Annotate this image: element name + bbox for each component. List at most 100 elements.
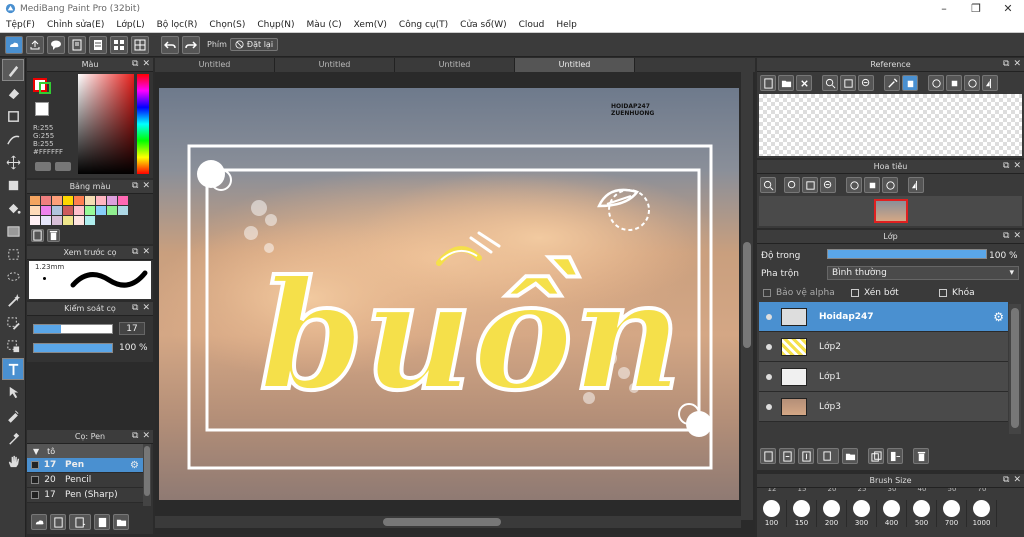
panel-float-icon[interactable]: ⧉ — [1003, 161, 1009, 171]
add-layer-menu-icon[interactable] — [817, 448, 839, 464]
color-mode-button[interactable] — [35, 162, 51, 171]
operation-tool-icon[interactable] — [2, 381, 24, 403]
color-swatch[interactable] — [63, 216, 73, 225]
panel-close-icon[interactable]: ✕ — [142, 59, 150, 69]
add-brush-icon[interactable] — [69, 514, 91, 530]
color-swatch[interactable] — [85, 196, 95, 205]
menu-item[interactable]: Lớp(L) — [110, 20, 150, 30]
panel-float-icon[interactable]: ⧉ — [132, 59, 138, 69]
brush-tool-icon[interactable] — [2, 59, 24, 81]
brush-size-option[interactable]: 500 — [907, 500, 937, 527]
color-swatch[interactable] — [74, 206, 84, 215]
text-tool-icon[interactable] — [2, 358, 24, 380]
panel-float-icon[interactable]: ⧉ — [1003, 59, 1009, 69]
layer-row[interactable]: Lớp3 — [759, 392, 1008, 422]
reset-button[interactable]: Đặt lại — [229, 38, 279, 51]
maximize-button[interactable]: ❐ — [960, 0, 992, 17]
panel-close-icon[interactable]: ✕ — [1013, 475, 1021, 485]
color-swatch[interactable] — [63, 206, 73, 215]
nav-flip-icon[interactable] — [908, 177, 924, 193]
layer-opacity-slider[interactable] — [827, 249, 987, 259]
reference-canvas[interactable] — [759, 94, 1022, 156]
brush-size-input[interactable]: 17 — [119, 322, 145, 335]
select-eraser-icon[interactable] — [2, 335, 24, 357]
close-reference-icon[interactable] — [796, 75, 812, 91]
saturation-value-field[interactable] — [78, 74, 134, 174]
color-swatch[interactable] — [52, 196, 62, 205]
merge-layer-icon[interactable] — [887, 448, 903, 464]
color-swatch[interactable] — [96, 196, 106, 205]
color-swatch[interactable] — [30, 196, 40, 205]
color-swatch[interactable] — [30, 206, 40, 215]
menu-item[interactable]: Màu (C) — [301, 20, 348, 30]
background-color-swatch[interactable] — [39, 82, 51, 94]
duplicate-layer-icon[interactable] — [868, 448, 884, 464]
navigator-thumbnail[interactable] — [873, 199, 908, 223]
new-layer-icon[interactable] — [760, 448, 776, 464]
menu-item[interactable]: Xem(V) — [348, 20, 393, 30]
brush-size-option[interactable]: 100 — [757, 500, 787, 527]
brush-group-header[interactable]: ▼ tô — [27, 444, 143, 458]
panel-float-icon[interactable]: ⧉ — [132, 181, 138, 191]
canvas-horizontal-scrollbar[interactable] — [155, 516, 741, 528]
layer-visibility-icon[interactable] — [763, 313, 775, 321]
rectangle-tool-icon[interactable] — [2, 105, 24, 127]
select-tool-icon[interactable] — [2, 243, 24, 265]
nav-fit-icon[interactable] — [802, 177, 818, 193]
nav-zoom-icon[interactable] — [784, 177, 800, 193]
color-swatch[interactable] — [41, 206, 51, 215]
brush-size-option[interactable]: 1000 — [967, 500, 997, 527]
menu-item[interactable]: Chọn(S) — [203, 20, 251, 30]
fill-rect-tool-icon[interactable] — [2, 174, 24, 196]
select-pen-icon[interactable] — [2, 312, 24, 334]
layer-folder-icon[interactable] — [842, 448, 858, 464]
nav-zoom-out-icon[interactable] — [820, 177, 836, 193]
layer-row[interactable]: Lớp1 — [759, 362, 1008, 392]
brush-size-option[interactable]: 300 — [847, 500, 877, 527]
panel-close-icon[interactable]: ✕ — [142, 181, 150, 191]
ref-hand-icon[interactable] — [902, 75, 918, 91]
new-8bit-layer-icon[interactable] — [779, 448, 795, 464]
brush-settings-icon[interactable] — [94, 514, 110, 530]
undo-icon[interactable] — [161, 35, 179, 54]
menu-item[interactable]: Công cụ(T) — [393, 20, 454, 30]
brush-folder-icon[interactable] — [113, 514, 129, 530]
menu-item[interactable]: Cloud — [513, 20, 551, 30]
menu-item[interactable]: Chỉnh sửa(E) — [41, 20, 110, 30]
redo-icon[interactable] — [182, 35, 200, 54]
rotate-right-icon[interactable] — [964, 75, 980, 91]
new-brush-icon[interactable] — [50, 514, 66, 530]
panel-float-icon[interactable]: ⧉ — [132, 303, 138, 313]
panel-float-icon[interactable]: ⧉ — [132, 247, 138, 257]
new-reference-icon[interactable] — [760, 75, 776, 91]
layer-row[interactable]: Lớp2 — [759, 332, 1008, 362]
dropper-tool-icon[interactable] — [2, 404, 24, 426]
nav-zoom-in-icon[interactable] — [760, 177, 776, 193]
zoom-out-icon[interactable] — [858, 75, 874, 91]
brush-cloud-icon[interactable] — [31, 514, 47, 530]
page-icon[interactable] — [68, 35, 86, 54]
panel-close-icon[interactable]: ✕ — [142, 303, 150, 313]
hue-slider[interactable] — [137, 74, 149, 174]
brush-size-option[interactable]: 700 — [937, 500, 967, 527]
nav-reset-icon[interactable] — [864, 177, 880, 193]
fit-icon[interactable] — [840, 75, 856, 91]
brush-size-option[interactable]: 150 — [787, 500, 817, 527]
gear-icon[interactable]: ⚙ — [130, 460, 139, 471]
gear-icon[interactable]: ⚙ — [993, 310, 1004, 324]
color-swatch[interactable] — [52, 206, 62, 215]
document-tab[interactable]: Untitled — [275, 58, 395, 72]
delete-swatch-icon[interactable] — [47, 229, 60, 242]
layer-row[interactable]: Hoidap247 ⚙ — [759, 302, 1008, 332]
transparent-swatch[interactable] — [35, 102, 49, 116]
layer-visibility-icon[interactable] — [763, 373, 775, 381]
panel-float-icon[interactable]: ⧉ — [1003, 231, 1009, 241]
color-swatch[interactable] — [41, 196, 51, 205]
color-swatch[interactable] — [74, 196, 84, 205]
cloud-icon[interactable] — [5, 35, 23, 54]
lasso-tool-icon[interactable] — [2, 266, 24, 288]
menu-item[interactable]: Tệp(F) — [0, 20, 41, 30]
line-tool-icon[interactable] — [2, 128, 24, 150]
new-1bit-layer-icon[interactable] — [798, 448, 814, 464]
document-tab[interactable]: Untitled — [515, 58, 635, 72]
